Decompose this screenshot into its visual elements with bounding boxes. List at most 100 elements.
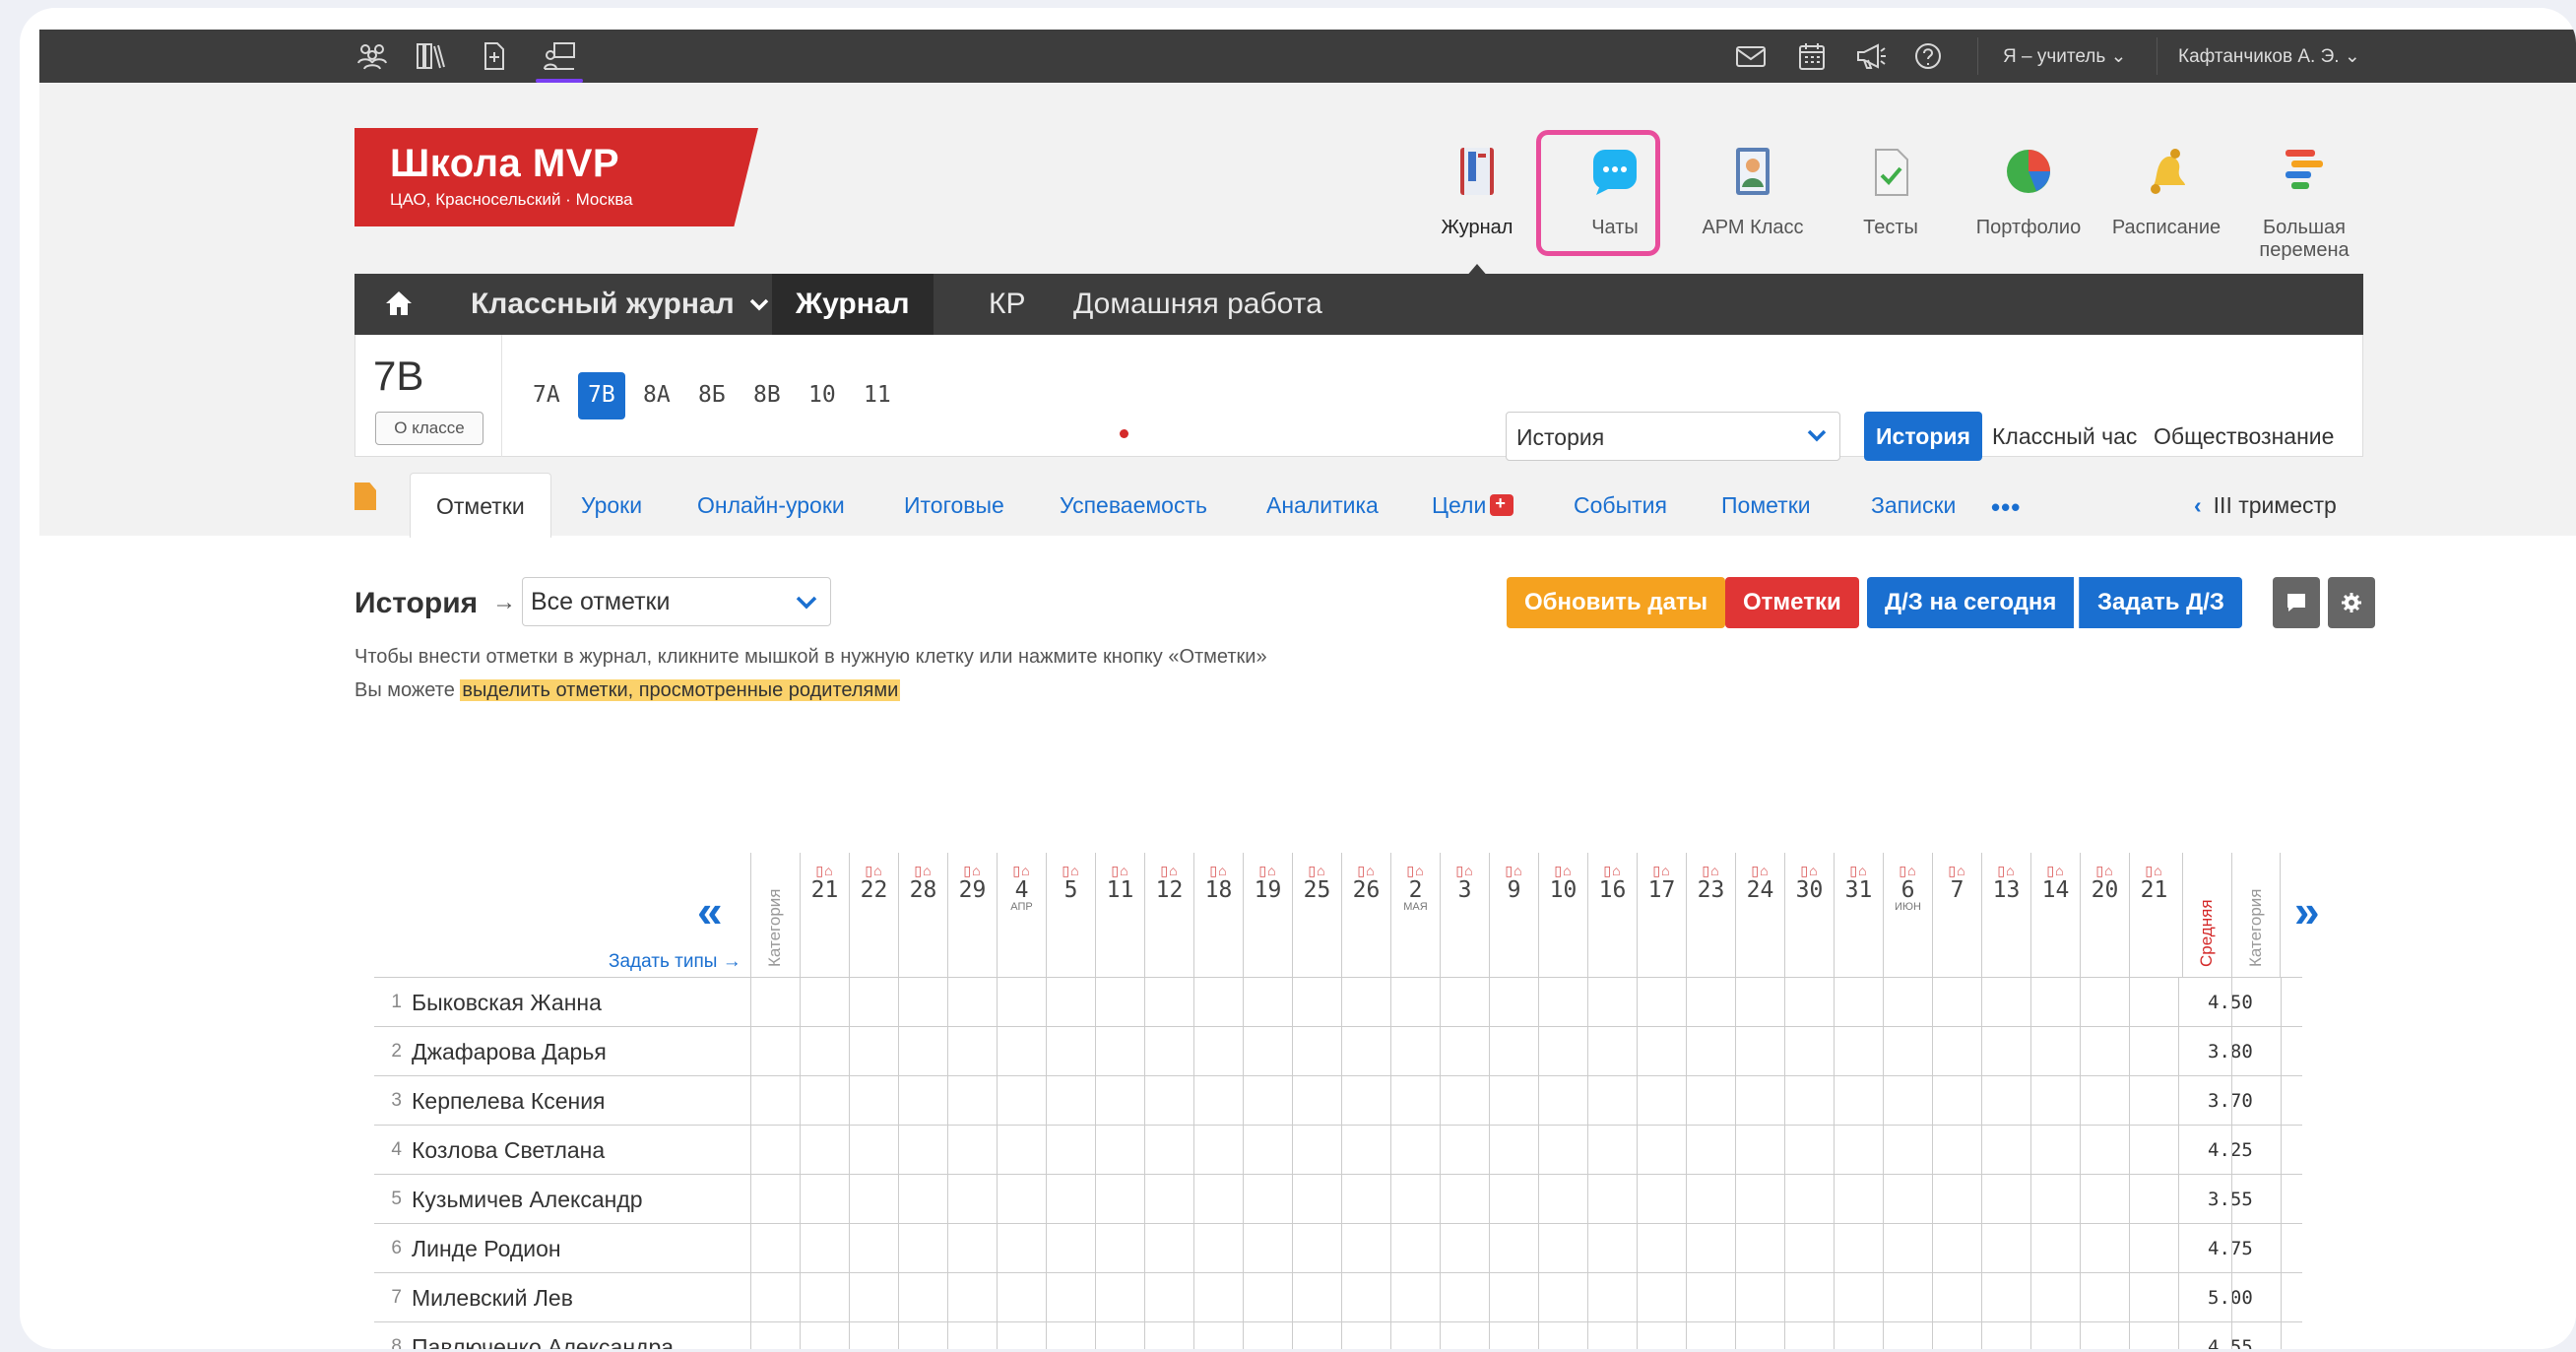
file-icon[interactable] <box>354 483 376 510</box>
table-row[interactable]: 1 Быковская Жанна 4.50 <box>374 977 2302 1026</box>
more-tabs-icon[interactable]: ••• <box>1991 492 2021 523</box>
people-icon[interactable] <box>353 39 392 73</box>
marks-filter-select[interactable]: Все отметки <box>522 577 831 626</box>
date-column-header[interactable]: ▯⌂ 17 <box>1637 853 1686 977</box>
date-column-header[interactable]: ▯⌂ 26 <box>1341 853 1390 977</box>
table-row[interactable]: 4 Козлова Светлана 4.25 <box>374 1125 2302 1174</box>
student-name[interactable]: Джафарова Дарья <box>412 1039 607 1065</box>
tab-online-lessons[interactable]: Онлайн-уроки <box>697 492 845 519</box>
class-option[interactable]: 8А <box>633 372 680 419</box>
student-name[interactable]: Милевский Лев <box>412 1285 573 1312</box>
subject-social-studies[interactable]: Обществознание <box>2142 412 2346 461</box>
megaphone-icon[interactable] <box>1851 39 1891 73</box>
app-big-break[interactable]: Большая перемена <box>2235 146 2373 262</box>
next-period-icon[interactable]: » <box>2294 884 2320 937</box>
date-column-header[interactable]: ▯⌂ 21 <box>800 853 849 977</box>
date-column-header[interactable]: ▯⌂ 21 <box>2129 853 2178 977</box>
home-icon[interactable] <box>384 290 414 317</box>
date-column-header[interactable]: ▯⌂ 23 <box>1686 853 1735 977</box>
date-column-header[interactable]: ▯⌂ 20 <box>2080 853 2129 977</box>
subject-history[interactable]: История <box>1864 412 1982 461</box>
trimester-switch[interactable]: ‹ III триместр <box>2194 492 2337 519</box>
date-column-header[interactable]: ▯⌂ 25 <box>1292 853 1341 977</box>
library-icon[interactable] <box>412 39 451 73</box>
date-column-header[interactable]: ▯⌂ 4 АПР <box>997 853 1046 977</box>
marks-button[interactable]: Отметки <box>1725 577 1859 628</box>
date-column-header[interactable]: ▯⌂ 11 <box>1095 853 1144 977</box>
date-column-header[interactable]: ▯⌂ 13 <box>1981 853 2030 977</box>
date-column-header[interactable]: ▯⌂ 19 <box>1243 853 1292 977</box>
user-menu[interactable]: Кафтанчиков А. Э. ⌄ <box>2178 45 2360 68</box>
add-document-icon[interactable] <box>475 39 514 73</box>
role-switcher[interactable]: Я – учитель ⌄ <box>2003 45 2126 68</box>
mail-icon[interactable] <box>1731 39 1771 73</box>
table-row[interactable]: 7 Милевский Лев 5.00 <box>374 1272 2302 1321</box>
class-option-selected[interactable]: 7В <box>578 372 625 419</box>
subject-class-hour[interactable]: Классный час <box>1980 412 2149 461</box>
class-option[interactable]: 7А <box>523 372 570 419</box>
date-column-header[interactable]: ▯⌂ 22 <box>849 853 898 977</box>
comment-button[interactable] <box>2273 577 2320 628</box>
date-column-header[interactable]: ▯⌂ 31 <box>1834 853 1883 977</box>
date-column-header[interactable]: ▯⌂ 3 <box>1440 853 1489 977</box>
student-name[interactable]: Козлова Светлана <box>412 1137 605 1164</box>
student-name[interactable]: Линде Родион <box>412 1236 561 1262</box>
app-journal[interactable]: Журнал <box>1408 146 1546 278</box>
school-logo[interactable]: Школа MVP ЦАО, Красносельский · Москва <box>354 128 758 226</box>
calendar-icon[interactable] <box>1792 39 1832 73</box>
nav-homework[interactable]: Домашняя работа <box>1073 288 1322 321</box>
date-column-header[interactable]: ▯⌂ 29 <box>947 853 997 977</box>
nav-journal[interactable]: Журнал <box>772 274 934 335</box>
tab-final[interactable]: Итоговые <box>904 492 1004 519</box>
tab-notes[interactable]: Пометки <box>1721 492 1811 519</box>
student-name[interactable]: Быковская Жанна <box>412 990 602 1016</box>
app-tests[interactable]: Тесты <box>1822 146 1960 239</box>
class-option[interactable]: 11 <box>854 372 901 419</box>
date-column-header[interactable]: ▯⌂ 18 <box>1193 853 1243 977</box>
teacher-desk-icon[interactable] <box>536 39 583 83</box>
class-journal-dropdown[interactable]: Классный журнал <box>471 288 770 321</box>
date-column-header[interactable]: ▯⌂ 6 ИЮН <box>1883 853 1932 977</box>
date-column-header[interactable]: ▯⌂ 5 <box>1046 853 1095 977</box>
tab-goals[interactable]: Цели <box>1432 492 1514 519</box>
tab-performance[interactable]: Успеваемость <box>1060 492 1207 519</box>
tab-messages[interactable]: Записки <box>1871 492 1956 519</box>
nav-kr[interactable]: КР <box>989 288 1026 321</box>
app-schedule[interactable]: Расписание <box>2097 146 2235 239</box>
table-row[interactable]: 3 Керпелева Ксения 3.70 <box>374 1075 2302 1125</box>
tab-lessons[interactable]: Уроки <box>581 492 642 519</box>
set-hw-button[interactable]: Задать Д/З <box>2079 577 2242 628</box>
about-class-button[interactable]: О классе <box>375 412 483 445</box>
date-column-header[interactable]: ▯⌂ 24 <box>1735 853 1784 977</box>
prev-period-icon[interactable]: « <box>697 884 723 937</box>
date-column-header[interactable]: ▯⌂ 2 МАЯ <box>1390 853 1440 977</box>
date-column-header[interactable]: ▯⌂ 7 <box>1932 853 1981 977</box>
table-row[interactable]: 6 Линде Родион 4.75 <box>374 1223 2302 1272</box>
class-option[interactable]: 8Б <box>688 372 736 419</box>
student-name[interactable]: Павлюченко Александра <box>412 1334 674 1349</box>
update-dates-button[interactable]: Обновить даты <box>1507 577 1726 628</box>
class-option[interactable]: 8В <box>743 372 791 419</box>
table-row[interactable]: 2 Джафарова Дарья 3.80 <box>374 1026 2302 1075</box>
settings-button[interactable] <box>2328 577 2375 628</box>
help-icon[interactable] <box>1908 39 1948 73</box>
date-column-header[interactable]: ▯⌂ 12 <box>1144 853 1193 977</box>
date-column-header[interactable]: ▯⌂ 9 <box>1489 853 1538 977</box>
tab-marks[interactable]: Отметки <box>410 473 551 538</box>
highlight-viewed-marks-link[interactable]: выделить отметки, просмотренные родителя… <box>460 679 901 701</box>
student-name[interactable]: Керпелева Ксения <box>412 1088 606 1115</box>
date-column-header[interactable]: ▯⌂ 14 <box>2030 853 2080 977</box>
tab-analytics[interactable]: Аналитика <box>1266 492 1379 519</box>
app-arm-class[interactable]: АРМ Класс <box>1684 146 1822 239</box>
student-name[interactable]: Кузьмичев Александр <box>412 1187 643 1213</box>
chevron-left-icon[interactable]: ‹ <box>2194 492 2202 518</box>
date-column-header[interactable]: ▯⌂ 16 <box>1587 853 1637 977</box>
hw-today-button[interactable]: Д/З на сегодня <box>1867 577 2075 628</box>
date-column-header[interactable]: ▯⌂ 28 <box>898 853 947 977</box>
app-portfolio[interactable]: Портфолио <box>1960 146 2097 239</box>
subject-select[interactable]: История <box>1506 412 1840 461</box>
date-column-header[interactable]: ▯⌂ 30 <box>1784 853 1834 977</box>
table-row[interactable]: 5 Кузьмичев Александр 3.55 <box>374 1174 2302 1223</box>
class-option[interactable]: 10 <box>799 372 846 419</box>
date-column-header[interactable]: ▯⌂ 10 <box>1538 853 1587 977</box>
